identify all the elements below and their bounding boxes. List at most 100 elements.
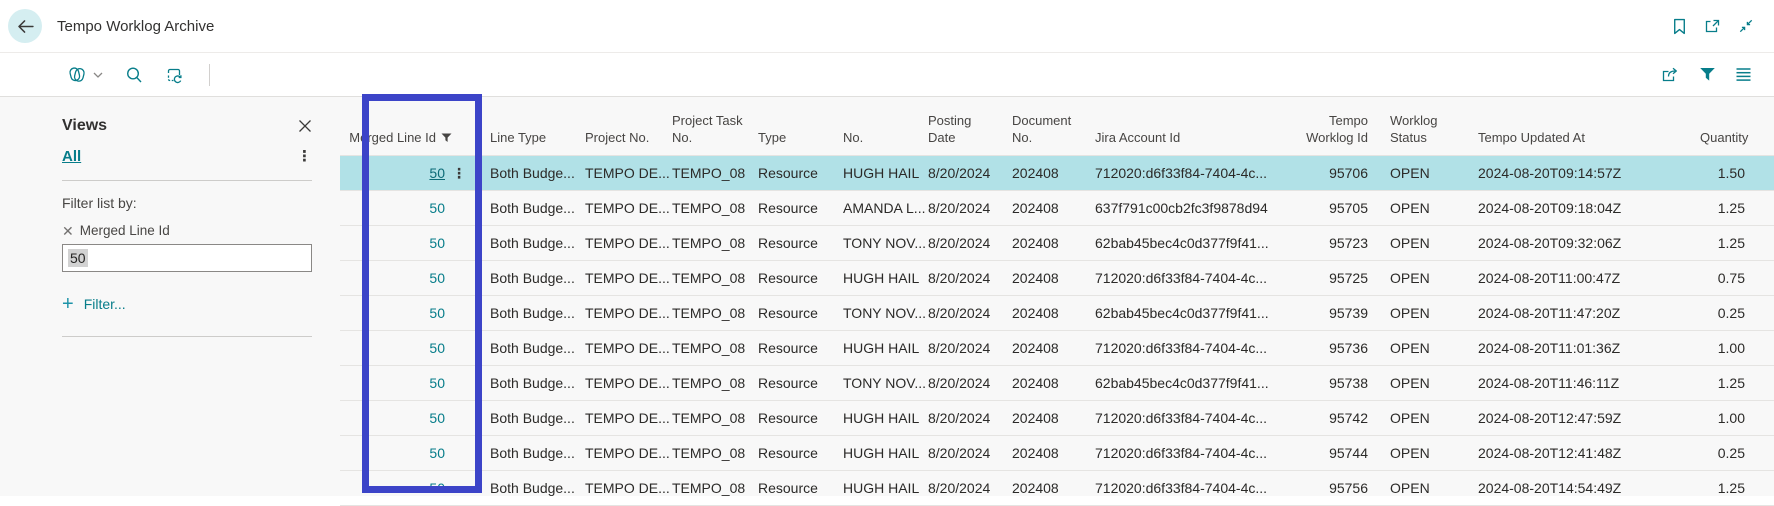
cell-merged_line_id[interactable]: 50⋮ (340, 165, 490, 182)
cell-merged_line_id[interactable]: 50 (340, 340, 490, 356)
close-filter-pane-icon[interactable] (298, 119, 312, 133)
column-header-tempo_updated_at[interactable]: Tempo Updated At (1464, 129, 1700, 146)
cell-posting_date: 8/20/2024 (928, 235, 1012, 251)
column-header-project_no[interactable]: Project No. (585, 129, 672, 146)
cell-no: TONY NOV... (843, 375, 928, 391)
merged-line-id-link[interactable]: 50 (429, 445, 445, 461)
cell-merged_line_id[interactable]: 50 (340, 200, 490, 216)
column-header-posting_date[interactable]: Posting Date (928, 112, 1012, 146)
column-header-document_no[interactable]: Document No. (1012, 112, 1095, 146)
table-row[interactable]: 50Both Budge...TEMPO DE...TEMPO_08Resour… (340, 436, 1774, 471)
cell-no: TONY NOV... (843, 305, 928, 321)
column-header-label: Worklog Status (1390, 113, 1437, 145)
remove-filter-icon[interactable]: ✕ (62, 224, 74, 238)
choose-columns-icon[interactable] (1735, 67, 1752, 82)
column-header-tempo_worklog_id[interactable]: Tempo Worklog Id (1300, 112, 1376, 146)
table-row[interactable]: 50Both Budge...TEMPO DE...TEMPO_08Resour… (340, 331, 1774, 366)
cell-tempo_updated_at: 2024-08-20T09:32:06Z (1464, 235, 1700, 251)
cell-type: Resource (758, 410, 843, 426)
cell-project_no: TEMPO DE... (585, 375, 672, 391)
search-icon (125, 66, 143, 84)
table-row[interactable]: 50⋮Both Budge...TEMPO DE...TEMPO_08Resou… (340, 155, 1774, 191)
sidebar-divider (62, 180, 312, 181)
column-header-label: Project Task No. (672, 113, 743, 145)
cell-jira_account_id: 712020:d6f33f84-7404-4c... (1095, 340, 1300, 356)
merged-line-id-link[interactable]: 50 (429, 480, 445, 496)
collapse-view-icon[interactable] (1738, 18, 1754, 34)
cell-posting_date: 8/20/2024 (928, 200, 1012, 216)
cell-quantity: 1.25 (1700, 480, 1774, 496)
merged-line-id-link[interactable]: 50 (429, 235, 445, 251)
merged-line-id-link[interactable]: 50 (429, 375, 445, 391)
merged-line-id-link[interactable]: 50 (429, 410, 445, 426)
cell-merged_line_id[interactable]: 50 (340, 375, 490, 391)
cell-document_no: 202408 (1012, 375, 1095, 391)
cell-project_no: TEMPO DE... (585, 235, 672, 251)
cell-tempo_worklog_id: 95756 (1300, 480, 1376, 496)
cell-line_type: Both Budge... (490, 270, 585, 286)
column-header-quantity[interactable]: Quantity (1700, 129, 1774, 146)
table-row[interactable]: 50Both Budge...TEMPO DE...TEMPO_08Resour… (340, 226, 1774, 261)
filter-icon[interactable] (1699, 67, 1716, 82)
top-bar-actions (1672, 0, 1754, 52)
row-options-kebab-icon[interactable]: ⋮ (445, 165, 473, 182)
merged-line-id-link[interactable]: 50 (429, 200, 445, 216)
cell-tempo_updated_at: 2024-08-20T12:47:59Z (1464, 410, 1700, 426)
cell-worklog_status: OPEN (1376, 410, 1464, 426)
column-filter-icon (441, 133, 452, 143)
table-row[interactable]: 50Both Budge...TEMPO DE...TEMPO_08Resour… (340, 366, 1774, 401)
column-header-project_task_no[interactable]: Project Task No. (672, 112, 758, 146)
open-in-new-window-icon[interactable] (1704, 18, 1721, 34)
cell-document_no: 202408 (1012, 235, 1095, 251)
cell-merged_line_id[interactable]: 50 (340, 305, 490, 321)
search-button[interactable] (125, 66, 143, 84)
table-row[interactable]: 50Both Budge...TEMPO DE...TEMPO_08Resour… (340, 471, 1774, 506)
column-header-label: Quantity (1700, 130, 1748, 145)
cell-tempo_updated_at: 2024-08-20T11:00:47Z (1464, 270, 1700, 286)
column-header-type[interactable]: Type (758, 129, 843, 146)
back-button[interactable] (8, 9, 42, 43)
view-all-link[interactable]: All (62, 148, 81, 165)
add-filter-button[interactable]: + Filter... (62, 294, 312, 314)
cell-tempo_worklog_id: 95705 (1300, 200, 1376, 216)
refresh-page-button[interactable] (165, 66, 183, 84)
column-header-line_type[interactable]: Line Type (490, 129, 585, 146)
merged-line-id-link[interactable]: 50 (429, 305, 445, 321)
cell-line_type: Both Budge... (490, 340, 585, 356)
table-row[interactable]: 50Both Budge...TEMPO DE...TEMPO_08Resour… (340, 191, 1774, 226)
cell-posting_date: 8/20/2024 (928, 480, 1012, 496)
merged-line-id-link[interactable]: 50 (429, 165, 445, 181)
column-header-merged_line_id[interactable]: Merged Line Id (340, 129, 490, 146)
merged-line-id-link[interactable]: 50 (429, 270, 445, 286)
cell-quantity: 1.00 (1700, 410, 1774, 426)
cell-type: Resource (758, 375, 843, 391)
column-header-label: No. (843, 130, 863, 145)
record-views-menu-button[interactable] (66, 65, 103, 84)
filter-value-text: 50 (68, 249, 88, 267)
cell-merged_line_id[interactable]: 50 (340, 410, 490, 426)
table-row[interactable]: 50Both Budge...TEMPO DE...TEMPO_08Resour… (340, 261, 1774, 296)
bookmark-icon[interactable] (1672, 18, 1687, 35)
table-row[interactable]: 50Both Budge...TEMPO DE...TEMPO_08Resour… (340, 401, 1774, 436)
column-header-label: Tempo Worklog Id (1306, 113, 1368, 145)
view-options-kebab-icon[interactable]: ⋮ (297, 149, 312, 164)
cell-tempo_updated_at: 2024-08-20T11:47:20Z (1464, 305, 1700, 321)
column-header-jira_account_id[interactable]: Jira Account Id (1095, 129, 1300, 146)
cell-merged_line_id[interactable]: 50 (340, 270, 490, 286)
table-row[interactable]: 50Both Budge...TEMPO DE...TEMPO_08Resour… (340, 296, 1774, 331)
action-bar (0, 53, 1774, 96)
cell-document_no: 202408 (1012, 305, 1095, 321)
cell-document_no: 202408 (1012, 410, 1095, 426)
cell-merged_line_id[interactable]: 50 (340, 445, 490, 461)
column-header-worklog_status[interactable]: Worklog Status (1376, 112, 1464, 146)
column-header-no[interactable]: No. (843, 129, 928, 146)
cell-type: Resource (758, 480, 843, 496)
cell-project_task_no: TEMPO_08 (672, 480, 758, 496)
cell-merged_line_id[interactable]: 50 (340, 235, 490, 251)
cell-line_type: Both Budge... (490, 200, 585, 216)
cell-project_no: TEMPO DE... (585, 165, 672, 181)
merged-line-id-link[interactable]: 50 (429, 340, 445, 356)
share-button[interactable] (1660, 66, 1680, 83)
cell-merged_line_id[interactable]: 50 (340, 480, 490, 496)
filter-value-input[interactable]: 50 (62, 244, 312, 272)
